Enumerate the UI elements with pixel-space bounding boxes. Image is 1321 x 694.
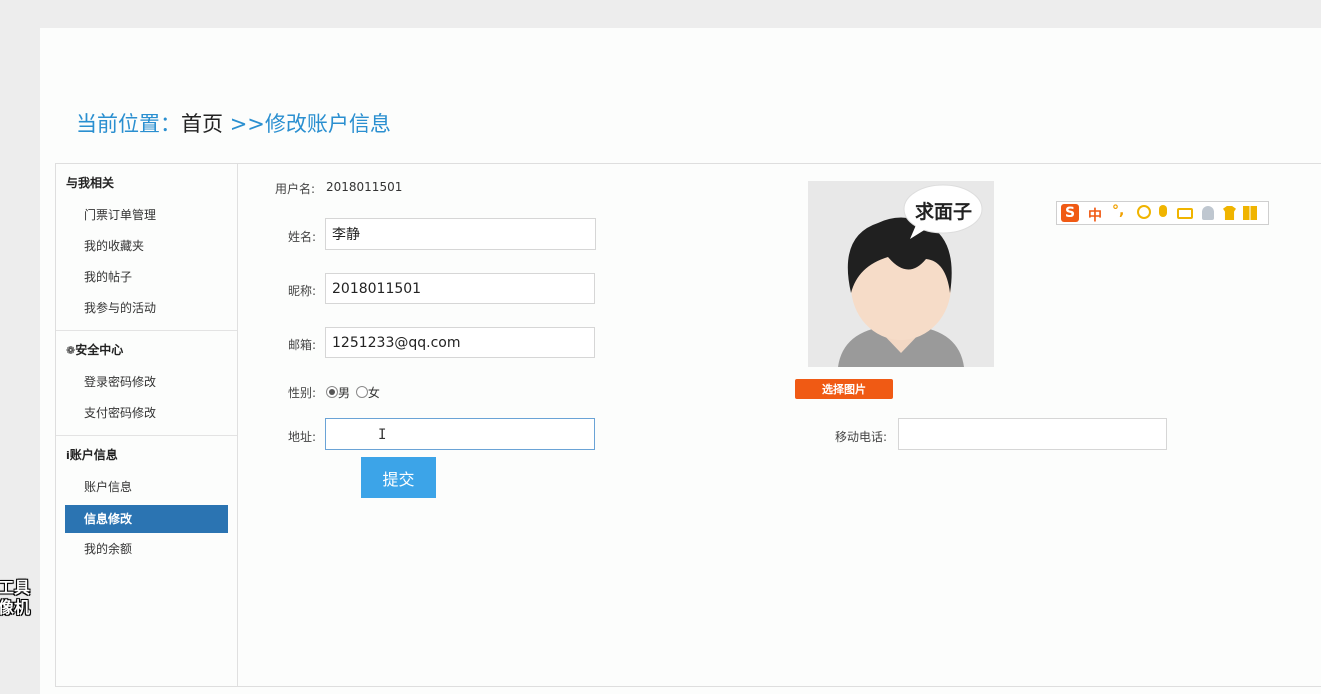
- sidebar-section-account: i账户信息 账户信息 信息修改 我的余额: [56, 436, 237, 571]
- content-box: 与我相关 门票订单管理 我的收藏夹 我的帖子 我参与的活动 ❁安全中心 登录密码…: [55, 163, 1321, 687]
- sidebar-heading-security-label: 安全中心: [75, 343, 124, 357]
- sidebar-item-my-activities[interactable]: 我参与的活动: [56, 293, 237, 324]
- microphone-icon[interactable]: [1159, 205, 1167, 217]
- avatar-caption: 求面子: [915, 201, 973, 223]
- grid-icon[interactable]: [1243, 206, 1257, 220]
- text-cursor-icon: I: [378, 427, 387, 443]
- nickname-label: 昵称:: [288, 284, 317, 298]
- name-field[interactable]: [325, 218, 596, 250]
- watermark: 工具 像机: [0, 578, 44, 618]
- choose-image-button[interactable]: 选择图片: [795, 379, 893, 399]
- username-value: 2018011501: [326, 180, 403, 194]
- sidebar-item-login-password[interactable]: 登录密码修改: [56, 367, 237, 398]
- email-label: 邮箱:: [288, 338, 317, 352]
- page: 当前位置：首页 >>修改账户信息 与我相关 门票订单管理 我的收藏夹 我的帖子 …: [40, 28, 1321, 694]
- email-field[interactable]: [325, 327, 595, 358]
- gear-icon: ❁: [66, 344, 76, 357]
- nickname-field[interactable]: [325, 273, 595, 304]
- gender-female-label[interactable]: 女: [368, 386, 380, 400]
- sidebar-item-favorites[interactable]: 我的收藏夹: [56, 231, 237, 262]
- ime-mode-toggle[interactable]: 中: [1088, 205, 1102, 225]
- address-label: 地址:: [288, 430, 317, 444]
- name-label: 姓名:: [288, 230, 317, 244]
- ime-punct-toggle[interactable]: °,: [1112, 203, 1124, 219]
- submit-button[interactable]: 提交: [361, 457, 436, 498]
- breadcrumb: 当前位置：首页 >>修改账户信息: [76, 108, 391, 138]
- gender-group: 男 女: [326, 384, 380, 401]
- sidebar-heading-account-label: 账户信息: [69, 448, 118, 462]
- edit-form: 用户名: 2018011501 姓名: 昵称: 邮箱: 性别: 男 女 地址: …: [238, 164, 1321, 686]
- sidebar-item-pay-password[interactable]: 支付密码修改: [56, 398, 237, 429]
- watermark-line-2: 像机: [0, 598, 31, 617]
- breadcrumb-current: 修改账户信息: [264, 112, 391, 136]
- sidebar-section-related: 与我相关 门票订单管理 我的收藏夹 我的帖子 我参与的活动: [56, 164, 237, 331]
- mobile-label: 移动电话:: [835, 430, 888, 444]
- gender-male-label[interactable]: 男: [338, 386, 350, 400]
- sidebar-section-security: ❁安全中心 登录密码修改 支付密码修改: [56, 331, 237, 436]
- username-label: 用户名:: [275, 182, 316, 196]
- sidebar-item-my-posts[interactable]: 我的帖子: [56, 262, 237, 293]
- smiley-icon[interactable]: [1137, 205, 1151, 219]
- breadcrumb-prefix: 当前位置：: [76, 112, 181, 136]
- sidebar-heading-security: ❁安全中心: [56, 331, 237, 367]
- avatar: 求面子: [808, 181, 994, 367]
- user-icon[interactable]: [1202, 206, 1214, 220]
- ime-toolbar: S 中 °,: [1056, 201, 1269, 225]
- sidebar-heading-related: 与我相关: [66, 176, 115, 190]
- breadcrumb-home-link[interactable]: 首页: [181, 112, 223, 136]
- sogou-logo-icon[interactable]: S: [1061, 204, 1079, 222]
- sidebar-item-edit-info[interactable]: 信息修改: [65, 505, 228, 533]
- sidebar-item-account-info[interactable]: 账户信息: [56, 472, 237, 503]
- gender-male-radio[interactable]: [326, 386, 338, 398]
- shirt-icon[interactable]: [1223, 206, 1236, 220]
- watermark-line-1: 工具: [0, 578, 31, 597]
- sidebar: 与我相关 门票订单管理 我的收藏夹 我的帖子 我参与的活动 ❁安全中心 登录密码…: [56, 164, 238, 686]
- mobile-field[interactable]: [898, 418, 1167, 450]
- sidebar-heading-account: i账户信息: [56, 436, 237, 472]
- sidebar-item-balance[interactable]: 我的余额: [56, 534, 237, 565]
- keyboard-icon[interactable]: [1177, 208, 1193, 219]
- gender-label: 性别:: [288, 386, 317, 400]
- breadcrumb-separator: >>: [229, 112, 265, 136]
- sidebar-item-ticket-orders[interactable]: 门票订单管理: [56, 200, 237, 231]
- address-field[interactable]: [325, 418, 595, 450]
- gender-female-radio[interactable]: [355, 386, 368, 398]
